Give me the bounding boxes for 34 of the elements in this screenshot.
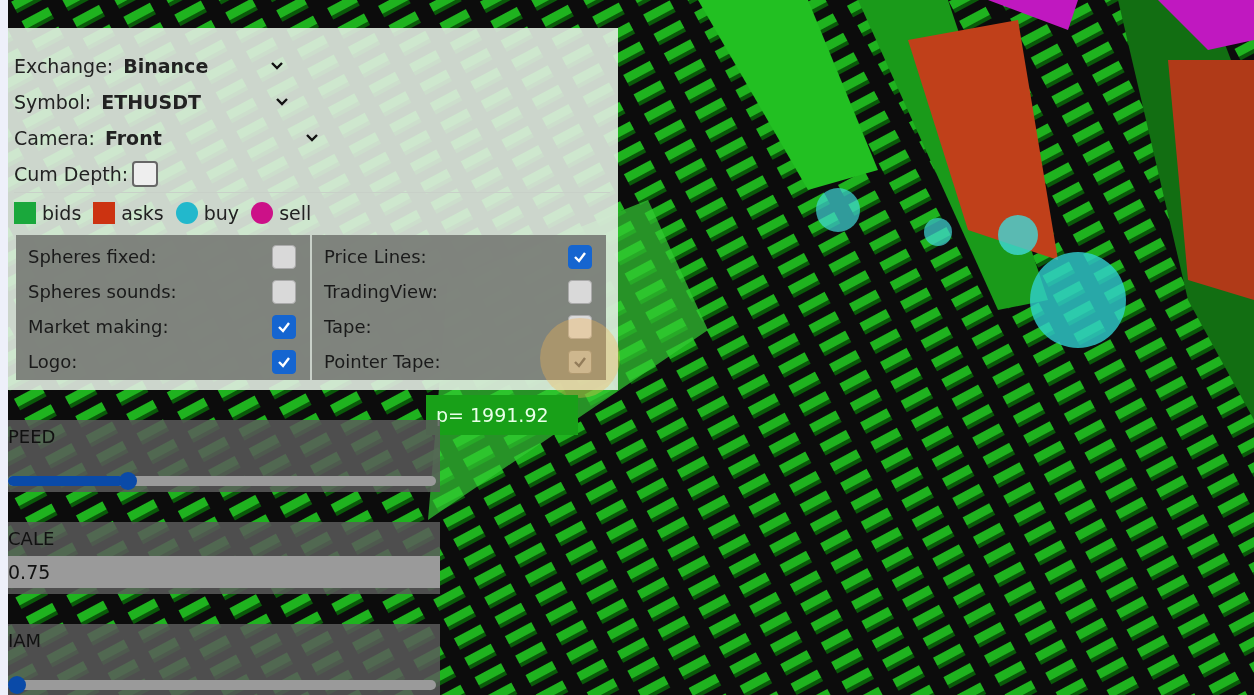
price-label: p= 1991.92 xyxy=(426,395,578,435)
dropdown[interactable]: Symbol: ETHUSDT xyxy=(14,84,289,120)
option-checkbox[interactable] xyxy=(568,244,592,269)
option-label: Tape: xyxy=(324,316,372,337)
chevron-down-icon xyxy=(270,61,284,71)
dropdown[interactable]: Exchange: Binance xyxy=(14,48,284,84)
control-label: CALE xyxy=(8,528,55,549)
slider-thumb[interactable] xyxy=(8,676,26,694)
legend-label: asks xyxy=(121,202,164,224)
legend-label: sell xyxy=(279,202,312,224)
chevron-down-icon xyxy=(305,133,319,143)
option-label: Pointer Tape: xyxy=(324,351,441,372)
chevron-down-icon xyxy=(275,97,289,107)
legend-label: bids xyxy=(42,202,82,224)
slider-thumb[interactable] xyxy=(118,472,137,490)
option-checkbox[interactable] xyxy=(568,314,592,339)
option-label: Spheres fixed: xyxy=(28,246,157,267)
option-label: Market making: xyxy=(28,316,169,337)
dropdown[interactable]: Camera: Front xyxy=(14,120,319,156)
option-checkbox[interactable] xyxy=(272,349,296,374)
option-label: Price Lines: xyxy=(324,246,427,267)
option-checkbox[interactable] xyxy=(568,279,592,304)
input-field[interactable]: 0.75 xyxy=(8,556,440,588)
option-label: TradingView: xyxy=(324,281,438,302)
option-checkbox[interactable] xyxy=(272,279,296,304)
control-label: IAM xyxy=(8,630,42,651)
option-checkbox[interactable] xyxy=(272,244,296,269)
option-label: Logo: xyxy=(28,351,78,372)
control-label: PEED xyxy=(8,426,56,447)
cum-depth-checkbox[interactable] xyxy=(132,161,159,187)
cum-depth-label: Cum Depth: xyxy=(14,163,129,185)
option-label: Spheres sounds: xyxy=(28,281,177,302)
legend-label: buy xyxy=(203,202,240,224)
option-checkbox[interactable] xyxy=(272,314,296,339)
